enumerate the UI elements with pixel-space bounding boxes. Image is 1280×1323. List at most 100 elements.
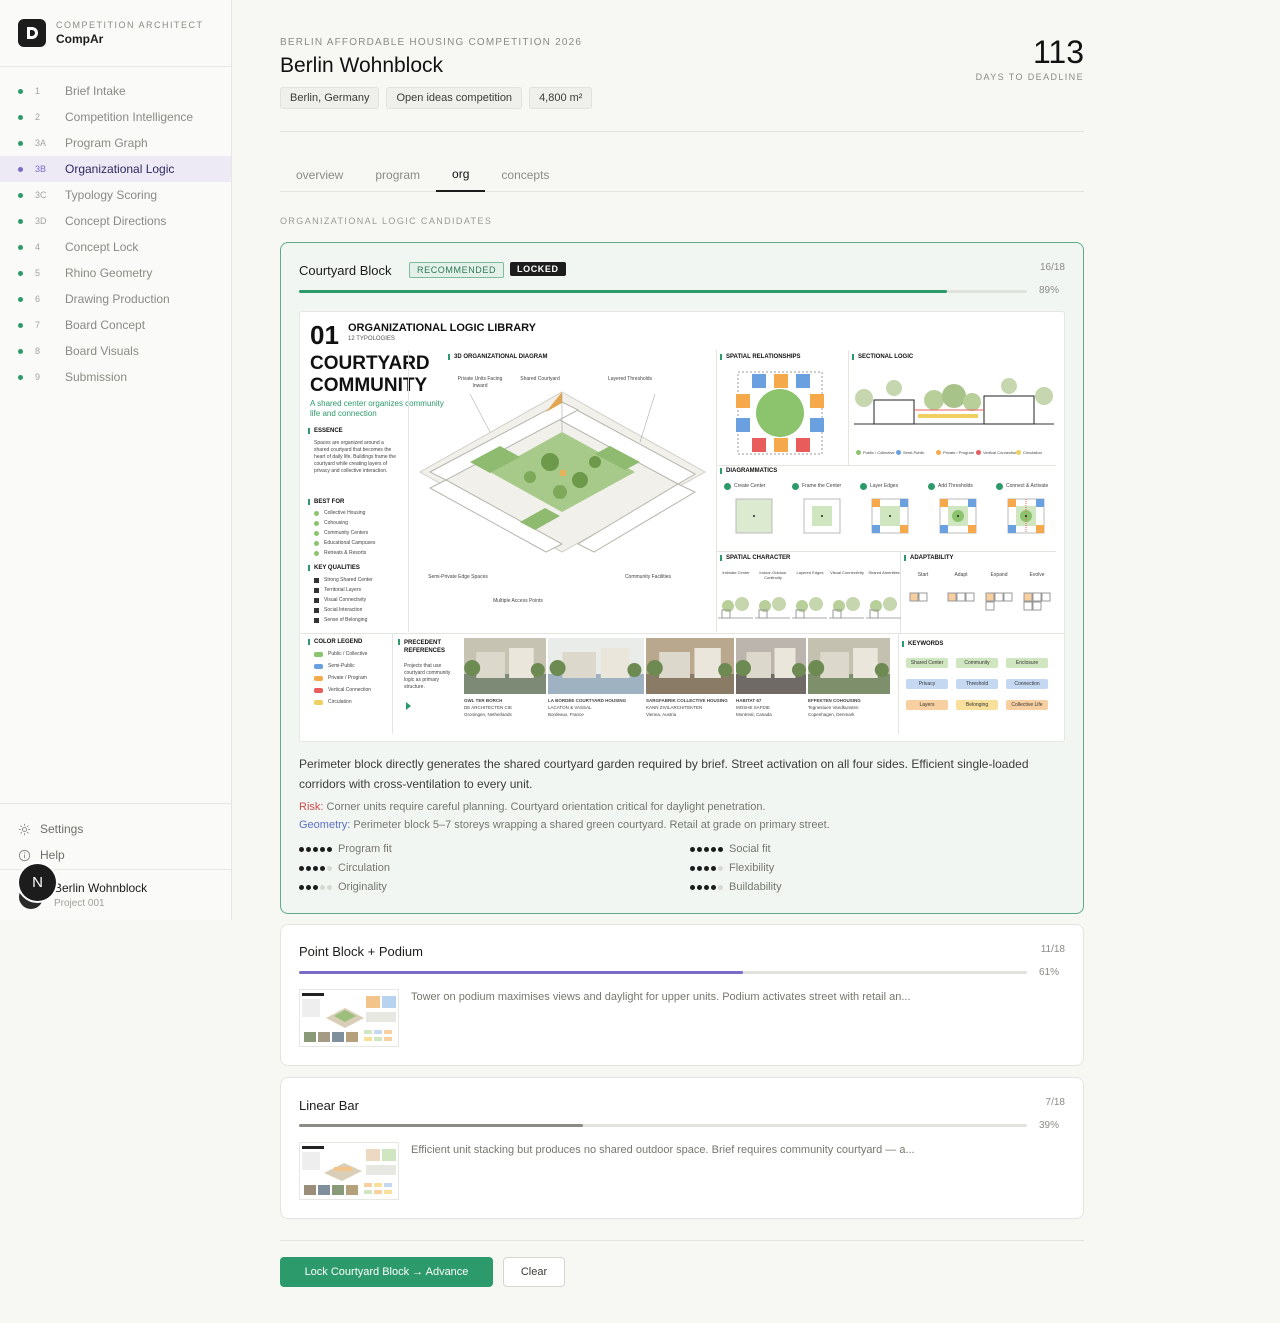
precedent-name: EFFEKTEN COHOUSING	[808, 698, 861, 703]
precedent-photo[interactable]	[808, 638, 890, 694]
precedent-photo[interactable]	[646, 638, 734, 694]
diagrammatic-step: Layer Edges	[870, 483, 899, 489]
keyword-chip: Privacy	[906, 679, 948, 689]
lock-advance-button[interactable]: Lock Courtyard Block → Advance	[280, 1257, 493, 1287]
diagrammatic-step-icon	[1007, 498, 1045, 534]
days-label: DAYS TO DEADLINE	[975, 72, 1084, 82]
score-bar-fill	[299, 290, 947, 293]
precedent-text: Projects that use courtyard community lo…	[404, 663, 451, 690]
adaptability-icon	[947, 592, 975, 602]
rating-dots	[299, 865, 332, 871]
diagrammatic-step-icon	[939, 498, 977, 534]
score-bar-fill	[299, 1124, 583, 1127]
section-legend-item: Semi-Public	[903, 450, 925, 455]
gear-icon	[18, 823, 31, 835]
candidate-card-point-block[interactable]: Point Block + Podium 11/18 61% Tower on …	[280, 924, 1084, 1066]
help-label: Help	[40, 848, 65, 862]
thumbnail-image	[302, 993, 396, 1042]
brand-name: CompAr	[56, 32, 104, 46]
typology-poster[interactable]: 01 ORGANIZATIONAL LOGIC LIBRARY 12 TYPOLOG…	[299, 311, 1065, 742]
adaptability-title: ADAPTABILITY	[910, 555, 954, 561]
quality-item: Sense of Belonging	[324, 617, 368, 623]
precedent-photo[interactable]	[548, 638, 644, 694]
precedent-firm: KANN ZIVILARCHITEKTEN	[646, 705, 703, 710]
character-title: SPATIAL CHARACTER	[726, 555, 791, 561]
diagrammatic-step: Connect & Activate	[1006, 483, 1049, 489]
diagrammatic-step: Frame the Center	[802, 483, 842, 489]
section-label: ORGANIZATIONAL LOGIC CANDIDATES	[280, 216, 493, 226]
divider	[280, 131, 1084, 132]
sidebar-item-competition-intelligence[interactable]: 2 Competition Intelligence	[0, 104, 231, 130]
candidate-thumbnail[interactable]	[299, 989, 399, 1047]
character-item: Intimate Center	[722, 570, 750, 575]
locked-badge: LOCKED	[510, 262, 566, 276]
project-name: Berlin Wohnblock	[54, 881, 148, 895]
spatial-title: SPATIAL RELATIONSHIPS	[726, 354, 801, 360]
sidebar-item-rhino-geometry[interactable]: 5 Rhino Geometry	[0, 260, 231, 286]
app-logo-icon	[18, 19, 46, 47]
spatial-relationship-diagram	[736, 371, 824, 455]
precedent-title: PRECEDENT REFERENCES	[404, 640, 446, 654]
keywords-title: KEYWORDS	[908, 641, 944, 647]
diagram-label: Community Facilities	[624, 574, 672, 580]
tab-concepts[interactable]: concepts	[485, 158, 565, 192]
sidebar-item-board-concept[interactable]: 7 Board Concept	[0, 312, 231, 338]
precedent-photo[interactable]	[464, 638, 546, 694]
status-dot	[18, 270, 23, 276]
adaptability-step: Expand	[990, 572, 1008, 578]
risk-note: Risk: Corner units require careful plann…	[299, 801, 766, 813]
settings-label: Settings	[40, 822, 84, 836]
sidebar-item-drawing-production[interactable]: 6 Drawing Production	[0, 286, 231, 312]
status-dot	[18, 374, 23, 380]
section-legend-item: Private / Program	[943, 450, 975, 455]
precedent-place: Montreal, Canada	[736, 712, 772, 717]
sidebar-item-program-graph[interactable]: 3A Program Graph	[0, 130, 231, 156]
step-number: 2	[35, 112, 41, 122]
sidebar-item-concept-lock[interactable]: 4 Concept Lock	[0, 234, 231, 260]
risk-label: Risk:	[299, 801, 324, 813]
rating-dots	[299, 846, 332, 852]
brand[interactable]: COMPETITION ARCHITECT CompAr	[0, 0, 231, 67]
quality-item: Visual Connectivity	[324, 597, 367, 603]
sidebar-item-submission[interactable]: 9 Submission	[0, 364, 231, 390]
sidebar-item-label: Competition Intelligence	[65, 110, 194, 124]
precedent-photo[interactable]	[736, 638, 806, 694]
metric-buildability: Buildability	[690, 881, 782, 893]
recommended-badge: RECOMMENDED	[409, 262, 505, 278]
metric-flexibility: Flexibility	[690, 862, 774, 874]
legend-item: Public / Collective	[328, 651, 368, 657]
step-number: 1	[35, 86, 41, 96]
avatar[interactable]: N	[19, 864, 56, 901]
candidate-thumbnail[interactable]	[299, 1142, 399, 1200]
play-icon[interactable]	[406, 702, 411, 710]
tab-org[interactable]: org	[436, 158, 486, 192]
tab-bar: overview program org concepts	[280, 158, 1084, 192]
section-legend-item: Vertical Connection	[983, 450, 1018, 455]
sectional-title: SECTIONAL LOGIC	[858, 354, 914, 360]
step-number: 3C	[35, 190, 47, 200]
candidate-card-linear-bar[interactable]: Linear Bar 7/18 39% Efficient unit stack…	[280, 1077, 1084, 1219]
sidebar-item-brief-intake[interactable]: 1 Brief Intake	[0, 78, 231, 104]
candidate-name: Linear Bar	[299, 1098, 359, 1113]
sidebar-item-board-visuals[interactable]: 8 Board Visuals	[0, 338, 231, 364]
status-dot	[18, 218, 23, 224]
metric-label: Buildability	[729, 881, 782, 893]
step-number: 3B	[35, 164, 47, 174]
tab-program[interactable]: program	[359, 158, 436, 192]
clear-button[interactable]: Clear	[503, 1257, 565, 1287]
metric-social-fit: Social fit	[690, 843, 771, 855]
status-dot	[18, 88, 23, 94]
sidebar-item-typology-scoring[interactable]: 3C Typology Scoring	[0, 182, 231, 208]
candidate-card-courtyard-block[interactable]: Courtyard Block RECOMMENDED LOCKED 16/18…	[280, 242, 1084, 914]
adaptability-icon	[985, 592, 1013, 611]
settings-link[interactable]: Settings	[0, 816, 231, 842]
project-tag: 4,800 m²	[529, 87, 593, 109]
tab-overview[interactable]: overview	[280, 158, 359, 192]
quality-item: Strong Shared Center	[324, 577, 373, 583]
status-dot	[18, 114, 23, 120]
qualities-title: KEY QUALITIES	[314, 565, 360, 571]
sidebar-item-concept-directions[interactable]: 3D Concept Directions	[0, 208, 231, 234]
sidebar-item-organizational-logic[interactable]: 3B Organizational Logic	[0, 156, 231, 182]
diagram-label: Layered Thresholds	[607, 376, 653, 382]
character-sketch	[829, 597, 864, 619]
